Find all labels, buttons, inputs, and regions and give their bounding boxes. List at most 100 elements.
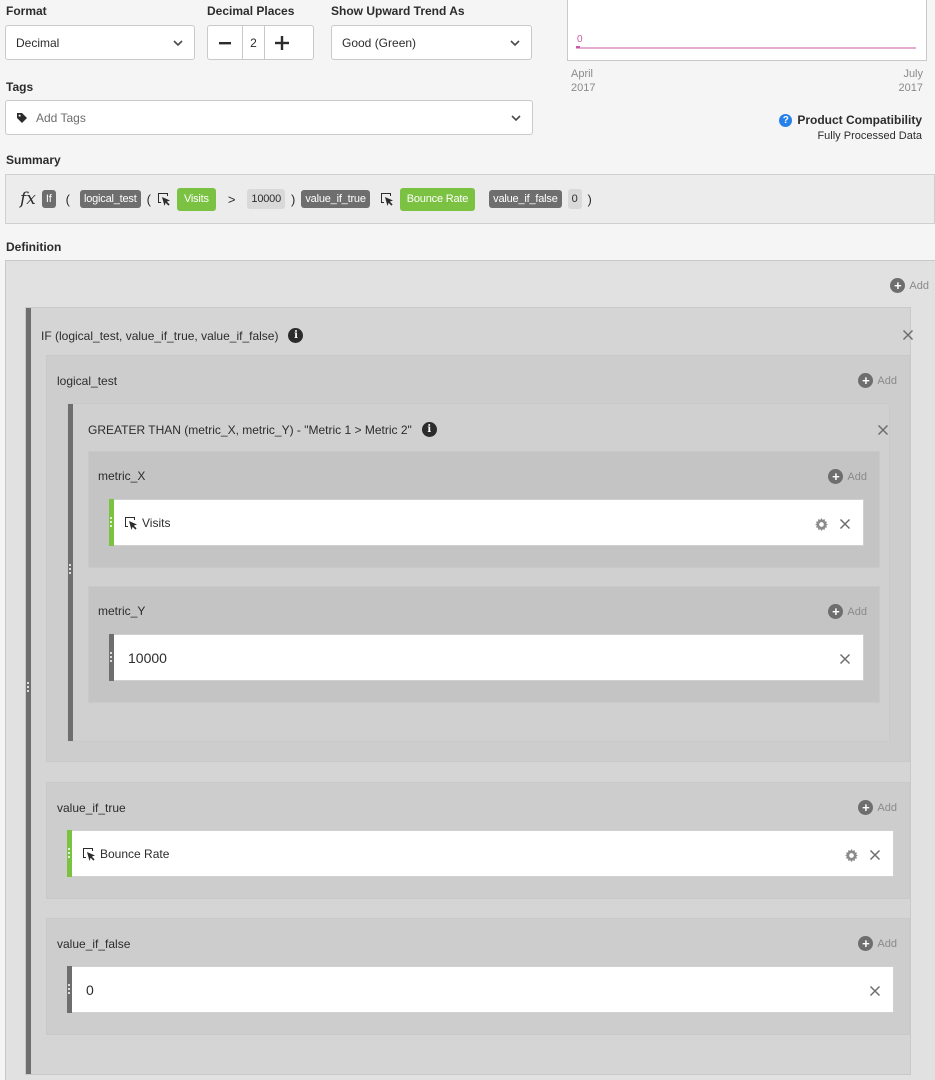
greater-than-block[interactable]: GREATER THAN (metric_X, metric_Y) - "Met…	[67, 403, 890, 742]
increment-button[interactable]	[265, 26, 299, 59]
add-label: Add	[847, 605, 867, 618]
summary-paren: (	[65, 191, 70, 207]
add-circle-icon: +	[858, 373, 874, 388]
drag-handle-icon[interactable]	[27, 682, 29, 692]
if-block-handle[interactable]	[26, 308, 31, 1074]
preview-zero-label: 0	[577, 34, 583, 45]
metric-pointer-icon	[83, 847, 95, 861]
summary-formula: fx If ( logical_test ( Visits > 10000 ) …	[5, 174, 935, 224]
preview-x-end-year: 2017	[898, 82, 923, 94]
preview-chart: 0	[567, 0, 927, 61]
add-label: Add	[877, 801, 897, 814]
preview-x-start-year: 2017	[571, 82, 596, 94]
item-handle[interactable]	[67, 966, 72, 1013]
value-if-false-slot[interactable]: value_if_false + Add 0	[46, 918, 910, 1035]
if-function-block[interactable]: IF (logical_test, value_if_true, value_i…	[25, 307, 914, 1075]
value-if-true-add-button[interactable]: + Add	[858, 800, 897, 815]
metric-x-item-visits[interactable]: Visits	[109, 499, 864, 546]
tags-placeholder: Add Tags	[36, 110, 86, 125]
summary-value-chip: 10000	[247, 189, 286, 209]
value-if-false-title: value_if_false	[57, 937, 131, 951]
summary-label: Summary	[6, 153, 61, 167]
add-label: Add	[847, 470, 867, 483]
decimal-places-stepper[interactable]: 2	[207, 25, 314, 60]
chevron-down-icon	[173, 39, 183, 46]
metric-y-add-button[interactable]: + Add	[828, 604, 867, 619]
close-icon[interactable]	[869, 985, 881, 997]
help-icon[interactable]: ?	[779, 113, 793, 127]
upward-trend-select[interactable]: Good (Green)	[331, 25, 532, 60]
summary-value-if-true-chip: value_if_true	[301, 190, 370, 208]
decrement-button[interactable]	[208, 26, 242, 59]
decimal-places-value[interactable]: 2	[242, 26, 265, 59]
close-icon[interactable]	[839, 653, 851, 665]
decimal-places-label: Decimal Places	[207, 4, 295, 18]
metric-x-slot[interactable]: metric_X + Add Visits	[88, 451, 880, 568]
close-icon[interactable]	[877, 424, 889, 436]
upward-trend-value: Good (Green)	[342, 35, 417, 50]
item-handle[interactable]	[109, 634, 114, 681]
metric-x-add-button[interactable]: + Add	[828, 469, 867, 484]
tags-label: Tags	[6, 80, 34, 94]
value-if-true-slot[interactable]: value_if_true + Add Bounce Rate	[46, 782, 910, 899]
gear-icon[interactable]	[844, 848, 859, 863]
preview-x-start-month: April	[571, 68, 594, 80]
summary-bounce-rate-chip: Bounce Rate	[399, 187, 476, 211]
drag-handle-icon[interactable]	[68, 848, 70, 858]
upward-trend-label: Show Upward Trend As	[331, 4, 465, 18]
greater-than-block-handle[interactable]	[68, 404, 73, 741]
chevron-down-icon	[510, 39, 520, 46]
value-if-true-title: value_if_true	[57, 801, 126, 815]
definition-container: + Add IF (logical_test, value_if_true, v…	[5, 260, 935, 1080]
add-circle-icon: +	[858, 800, 874, 815]
fx-icon: fx	[20, 189, 36, 209]
metric-y-slot[interactable]: metric_Y + Add 10000	[88, 586, 880, 703]
item-handle[interactable]	[67, 830, 72, 877]
format-select[interactable]: Decimal	[5, 25, 195, 60]
close-icon[interactable]	[839, 518, 851, 530]
add-circle-icon: +	[828, 604, 844, 619]
definition-add-button[interactable]: + Add	[890, 278, 929, 293]
summary-zero-chip: 0	[567, 189, 582, 209]
drag-handle-icon[interactable]	[68, 984, 70, 994]
product-compatibility-title: Product Compatibility	[797, 113, 922, 127]
metric-pointer-icon	[125, 516, 137, 530]
logical-test-slot[interactable]: logical_test + Add GREATER THAN (metric_…	[46, 355, 910, 762]
greater-than-title-text: GREATER THAN (metric_X, metric_Y) - "Met…	[88, 422, 412, 437]
value-if-true-item-bounce-rate[interactable]: Bounce Rate	[67, 830, 894, 877]
summary-paren: )	[587, 191, 592, 207]
metric-y-item-static[interactable]: 10000	[109, 634, 864, 681]
logical-test-title: logical_test	[57, 374, 118, 388]
info-icon[interactable]: i	[421, 422, 437, 437]
value-if-false-item-value[interactable]: 0	[86, 982, 94, 998]
product-compatibility: ? Product Compatibility	[779, 113, 922, 127]
preview-x-end-month: July	[903, 68, 923, 80]
drag-handle-icon[interactable]	[69, 564, 71, 574]
tags-input[interactable]: Add Tags	[5, 100, 533, 135]
item-handle[interactable]	[109, 499, 114, 546]
chevron-down-icon	[511, 114, 521, 121]
drag-handle-icon[interactable]	[110, 652, 112, 662]
summary-if-chip: If	[41, 190, 56, 208]
metric-x-title: metric_X	[98, 469, 146, 483]
metric-y-title: metric_Y	[98, 604, 146, 618]
add-circle-icon: +	[890, 278, 906, 293]
if-block-title-text: IF (logical_test, value_if_true, value_i…	[41, 328, 279, 343]
preview-x-start: April 2017	[571, 67, 595, 95]
metric-y-item-value[interactable]: 10000	[128, 650, 167, 666]
value-if-false-item-static[interactable]: 0	[67, 966, 894, 1013]
value-if-true-item-label: Bounce Rate	[100, 846, 170, 861]
close-icon[interactable]	[869, 849, 881, 861]
drag-handle-icon[interactable]	[110, 517, 112, 527]
plus-icon	[275, 35, 289, 50]
close-icon[interactable]	[902, 329, 914, 341]
product-compatibility-subtitle: Fully Processed Data	[817, 130, 922, 142]
info-icon[interactable]: i	[288, 328, 304, 343]
value-if-false-add-button[interactable]: + Add	[858, 936, 897, 951]
preview-x-end: July 2017	[899, 67, 923, 95]
summary-value-if-false-chip: value_if_false	[489, 190, 562, 208]
logical-test-add-button[interactable]: + Add	[858, 373, 897, 388]
add-circle-icon: +	[828, 469, 844, 484]
gear-icon[interactable]	[814, 517, 829, 532]
summary-paren: (	[146, 191, 151, 207]
